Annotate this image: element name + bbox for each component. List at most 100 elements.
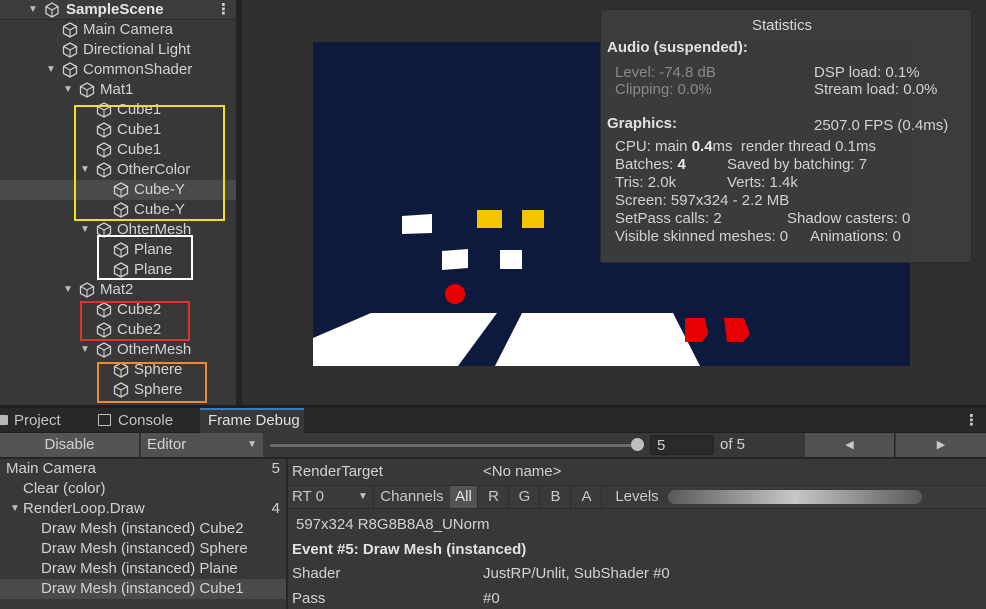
pass-label: Pass	[292, 590, 326, 607]
hierarchy-item[interactable]: Main Camera	[0, 20, 236, 40]
hierarchy-item[interactable]: ▼ Mat2	[0, 280, 236, 300]
rt-dropdown[interactable]: RT 0 ▼	[288, 486, 374, 508]
expand-arrow-icon[interactable]: ▼	[80, 340, 90, 360]
event-tree: Main Camera 5 Clear (color) ▼ RenderLoop.Dra…	[0, 459, 287, 609]
shader-label: Shader	[292, 565, 341, 582]
tab-frame-debug-label: Frame Debug	[208, 412, 300, 429]
event-item[interactable]: Draw Mesh (instanced) Plane	[0, 559, 286, 579]
highlight-box-white	[97, 235, 193, 280]
expand-arrow-icon[interactable]: ▼	[80, 220, 90, 240]
event-item[interactable]: Main Camera 5	[0, 459, 286, 479]
pass-value: #0	[483, 590, 500, 607]
target-dropdown[interactable]: Editor ▼	[141, 433, 263, 457]
event-item-label: Draw Mesh (instanced) Cube2	[41, 520, 244, 537]
hierarchy-item[interactable]: Directional Light	[0, 40, 236, 60]
red-cube	[685, 318, 708, 342]
arrow-left-icon: ◀	[845, 439, 854, 451]
stats-level: Level: -74.8 dB	[615, 64, 716, 81]
channel-r-button[interactable]: R	[479, 486, 509, 508]
event-item-label: Draw Mesh (instanced) Plane	[41, 560, 238, 577]
event-details: RenderTarget <No name> RT 0 ▼ Channels A…	[288, 459, 986, 609]
panel-menu-icon[interactable]: ⋮	[964, 408, 979, 433]
gameobject-cube-icon	[96, 342, 112, 358]
hierarchy-item-label: Main Camera	[83, 21, 174, 38]
stats-tris: Tris: 2.0k	[615, 174, 677, 191]
expand-arrow-icon[interactable]: ▼	[63, 280, 73, 300]
levels-slider[interactable]	[668, 490, 922, 504]
expand-arrow-icon[interactable]: ▼	[28, 0, 38, 20]
stats-title: Statistics	[752, 17, 813, 34]
stats-cpu-suffix: ms render thread 0.1ms	[712, 138, 876, 155]
hierarchy-item[interactable]: ▼ CommonShader	[0, 60, 236, 80]
frame-debug-toolbar: Disable Editor ▼ of 5 ◀ ▶	[0, 433, 986, 458]
target-dropdown-label: Editor	[147, 436, 187, 453]
highlight-box-orange	[97, 362, 207, 403]
channel-g-button[interactable]: G	[510, 486, 540, 508]
render-target-toolbar: RT 0 ▼ Channels All R G B A Levels	[288, 485, 986, 509]
event-slider-track[interactable]	[270, 444, 638, 447]
dropdown-arrow-icon: ▼	[247, 439, 257, 450]
stats-audio-heading: Audio (suspended):	[607, 39, 748, 56]
event-item-count: 4	[271, 500, 280, 517]
event-item[interactable]: Clear (color)	[0, 479, 286, 499]
stats-dsp-load: DSP load: 0.1%	[814, 64, 920, 81]
tab-console-label: Console	[118, 412, 174, 429]
event-item-label: Clear (color)	[23, 480, 106, 497]
hierarchy-item[interactable]: ▼ OtherMesh	[0, 340, 236, 360]
event-item-label: Draw Mesh (instanced) Cube1	[41, 580, 244, 597]
event-item-label: Main Camera	[6, 460, 97, 477]
scene-menu-icon[interactable]: ⋮	[216, 0, 231, 20]
channel-all-button[interactable]: All	[450, 486, 478, 508]
event-index-input[interactable]	[650, 435, 714, 455]
next-event-button[interactable]: ▶	[896, 433, 986, 457]
event-title: Event #5: Draw Mesh (instanced)	[292, 541, 527, 558]
white-cube	[500, 250, 522, 269]
stats-batches-value: 4	[677, 156, 686, 173]
stats-fps: 2507.0 FPS (0.4ms)	[814, 117, 949, 134]
gameobject-cube-icon	[62, 42, 78, 58]
yellow-cube	[477, 210, 502, 228]
stats-saved-by-batching: Saved by batching: 7	[727, 156, 868, 173]
channel-a-button[interactable]: A	[572, 486, 602, 508]
event-slider-thumb[interactable]	[631, 438, 644, 451]
stats-cpu-main: 0.4	[691, 138, 713, 155]
event-item[interactable]: Draw Mesh (instanced) Cube2	[0, 519, 286, 539]
event-item-count: 5	[271, 460, 280, 477]
render-target-label: RenderTarget	[292, 463, 383, 480]
event-item[interactable]: ▼ RenderLoop.Draw 4	[0, 499, 286, 519]
stats-stream-load: Stream load: 0.0%	[814, 81, 938, 98]
stats-screen: Screen: 597x324 - 2.2 MB	[615, 192, 790, 209]
gameobject-cube-icon	[62, 62, 78, 78]
expand-arrow-icon[interactable]: ▼	[10, 499, 20, 519]
expand-arrow-icon[interactable]: ▼	[46, 60, 56, 80]
stats-cpu: CPU: main 0.4ms render thread 0.1ms	[615, 138, 876, 155]
gameobject-cube-icon	[79, 282, 95, 298]
stats-cpu-prefix: CPU: main	[615, 138, 692, 155]
stats-verts: Verts: 1.4k	[727, 174, 798, 191]
white-cube	[402, 214, 432, 234]
levels-label: Levels	[615, 488, 659, 505]
tab-frame-debug[interactable]: Frame Debug	[200, 408, 304, 433]
hierarchy-scene-header[interactable]: ▼ SampleScene ⋮	[0, 0, 236, 20]
hierarchy-item[interactable]: ▼ Mat1	[0, 80, 236, 100]
event-item[interactable]: Draw Mesh (instanced) Sphere	[0, 539, 286, 559]
event-item-label: RenderLoop.Draw	[23, 500, 145, 517]
tab-project[interactable]: Project	[0, 408, 84, 433]
shader-value: JustRP/Unlit, SubShader #0	[483, 565, 670, 582]
disable-button[interactable]: Disable	[0, 433, 140, 457]
stats-batches-prefix: Batches:	[615, 156, 678, 173]
yellow-cube	[522, 210, 544, 228]
previous-event-button[interactable]: ◀	[805, 433, 895, 457]
expand-arrow-icon[interactable]: ▼	[63, 80, 73, 100]
stats-setpass: SetPass calls: 2	[615, 210, 722, 227]
event-item[interactable]: Draw Mesh (instanced) Cube1	[0, 579, 286, 599]
bottom-tab-bar: Project Console Frame Debug ⋮	[0, 408, 986, 433]
channel-b-button[interactable]: B	[541, 486, 571, 508]
tab-console[interactable]: Console	[96, 408, 196, 433]
stats-animations: Animations: 0	[810, 228, 901, 245]
white-plane-left	[313, 313, 497, 366]
hierarchy-item-label: Mat2	[100, 281, 134, 298]
stats-skinned-meshes: Visible skinned meshes: 0	[615, 228, 789, 245]
hierarchy-item-label: Directional Light	[83, 41, 191, 58]
channels-label: Channels	[380, 488, 444, 505]
